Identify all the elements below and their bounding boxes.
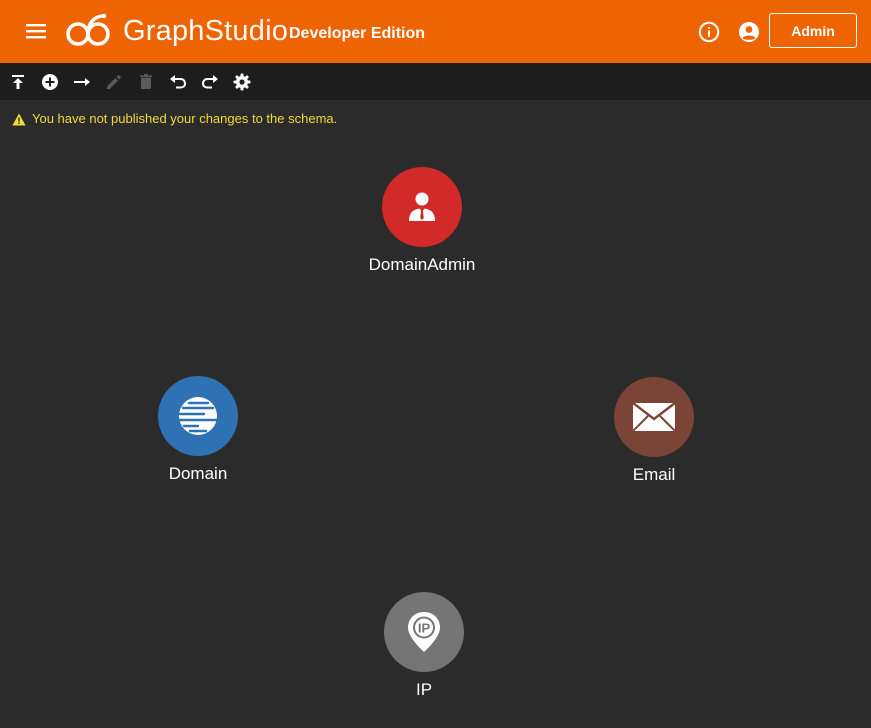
unpublished-warning: You have not published your changes to t… xyxy=(12,111,337,127)
vertex-label: DomainAdmin xyxy=(368,255,476,274)
settings-icon[interactable] xyxy=(233,73,251,91)
vertex-ip[interactable]: IP IP xyxy=(344,592,504,700)
add-vertex-icon[interactable] xyxy=(41,73,59,91)
globe-icon xyxy=(158,376,238,456)
schema-toolbar xyxy=(0,63,871,100)
top-app-bar: GraphStudio Developer Edition Admin xyxy=(0,0,871,63)
account-circle-icon[interactable] xyxy=(738,21,760,43)
envelope-icon xyxy=(614,377,694,457)
edit-icon xyxy=(105,73,123,91)
publish-icon[interactable] xyxy=(9,73,27,91)
vertex-email[interactable]: Email xyxy=(574,377,734,485)
admin-button[interactable]: Admin xyxy=(769,13,857,48)
vertex-label: Domain xyxy=(168,464,228,483)
graphstudio-logo-icon xyxy=(64,11,114,51)
vertex-label: IP xyxy=(415,680,433,699)
warning-icon xyxy=(12,113,26,125)
add-edge-icon[interactable] xyxy=(73,73,91,91)
info-icon[interactable] xyxy=(698,21,720,43)
warning-text: You have not published your changes to t… xyxy=(32,111,338,126)
undo-icon[interactable] xyxy=(169,73,187,91)
edition-label: Developer Edition xyxy=(289,25,426,42)
vertex-label: Email xyxy=(632,465,676,484)
brand-part1: Graph xyxy=(123,15,205,47)
redo-icon[interactable] xyxy=(201,73,219,91)
vertex-domain[interactable]: Domain xyxy=(118,376,278,484)
svg-text:IP: IP xyxy=(418,621,431,636)
vertex-domainadmin[interactable]: DomainAdmin xyxy=(342,167,502,275)
ip-pin-icon: IP xyxy=(384,592,464,672)
person-icon xyxy=(382,167,462,247)
brand-part2: Studio xyxy=(204,15,289,47)
brand-title: GraphStudio xyxy=(123,13,288,49)
menu-icon[interactable] xyxy=(26,22,46,40)
delete-icon xyxy=(137,73,155,91)
